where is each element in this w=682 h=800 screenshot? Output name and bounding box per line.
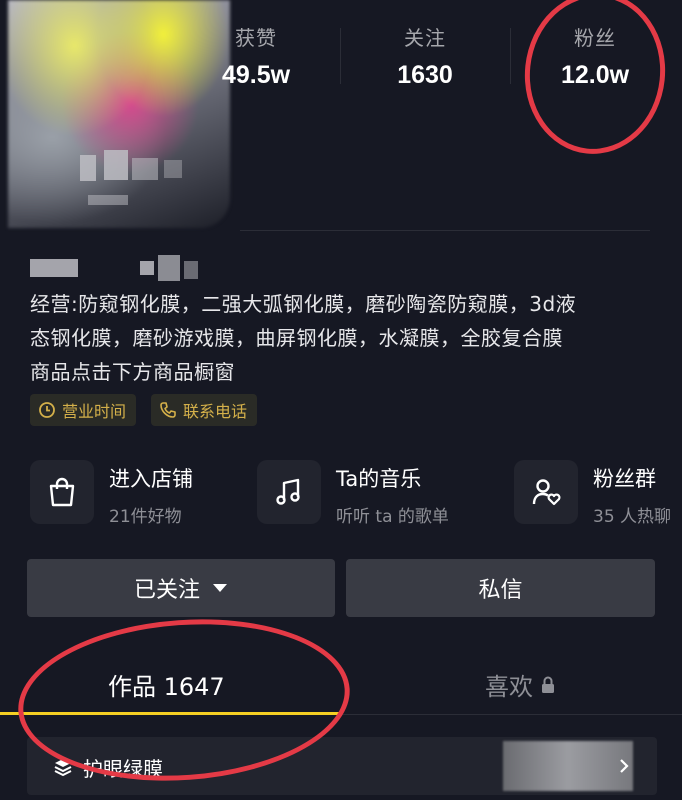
stat-divider [510, 28, 511, 84]
blurred-nickname [60, 150, 190, 210]
annotation-circle [516, 0, 674, 161]
shopping-bag-icon [49, 477, 75, 507]
shop-entry[interactable] [30, 460, 94, 524]
message-button-label: 私信 [478, 578, 523, 603]
business-hours-tag[interactable]: 营业时间 [30, 394, 137, 426]
contact-phone-label: 联系电话 [183, 402, 248, 421]
stat-divider [340, 28, 341, 84]
music-note-icon [276, 478, 300, 505]
music-entry-title[interactable]: Ta的音乐 [336, 463, 421, 493]
fan-group-subtitle: 35 人热聊 [593, 507, 672, 527]
music-entry-subtitle: 听听 ta 的歌单 [336, 507, 449, 527]
stat-likes[interactable]: 获赞 49.5w [176, 22, 336, 90]
bio-text: 经营:防窥钢化膜，二强大弧钢化膜，磨砂陶瓷防窥膜，3d液 态钢化膜，磨砂游戏膜，… [30, 287, 670, 389]
fan-group-icon [532, 479, 561, 506]
bio-line: 商品点击下方商品橱窗 [30, 360, 235, 384]
stat-following-label: 关注 [404, 26, 446, 50]
fan-group-title[interactable]: 粉丝群 [593, 463, 656, 493]
chevron-right-icon [620, 759, 629, 773]
followed-button-label: 已关注 [133, 578, 200, 603]
business-hours-label: 营业时间 [62, 402, 127, 421]
stat-likes-label: 获赞 [235, 26, 277, 50]
fan-group-entry[interactable] [514, 460, 578, 524]
clock-icon [39, 402, 55, 418]
collection-thumbnail [503, 741, 633, 791]
tabs-divider [340, 714, 682, 715]
bio-line: 态钢化膜，磨砂游戏膜，曲屏钢化膜，水凝膜，全胶复合膜 [30, 326, 563, 350]
shop-entry-subtitle: 21件好物 [109, 507, 182, 527]
caret-down-icon [213, 584, 227, 592]
lock-icon [542, 676, 554, 693]
stat-following[interactable]: 关注 1630 [345, 22, 505, 90]
tab-likes-label: 喜欢 [485, 673, 533, 701]
blurred-account-id [30, 255, 200, 281]
contact-phone-tag[interactable]: 联系电话 [151, 394, 258, 426]
message-button[interactable]: 私信 [346, 559, 655, 617]
followed-button[interactable]: 已关注 [27, 559, 335, 617]
stat-following-value: 1630 [397, 61, 453, 89]
phone-icon [160, 402, 176, 418]
stat-likes-value: 49.5w [221, 61, 291, 89]
bio-line: 经营:防窥钢化膜，二强大弧钢化膜，磨砂陶瓷防窥膜，3d液 [30, 292, 577, 316]
music-entry[interactable] [257, 460, 321, 524]
shop-entry-title[interactable]: 进入店铺 [109, 463, 193, 493]
header-divider [240, 230, 650, 231]
tab-likes[interactable]: 喜欢 [485, 667, 555, 702]
